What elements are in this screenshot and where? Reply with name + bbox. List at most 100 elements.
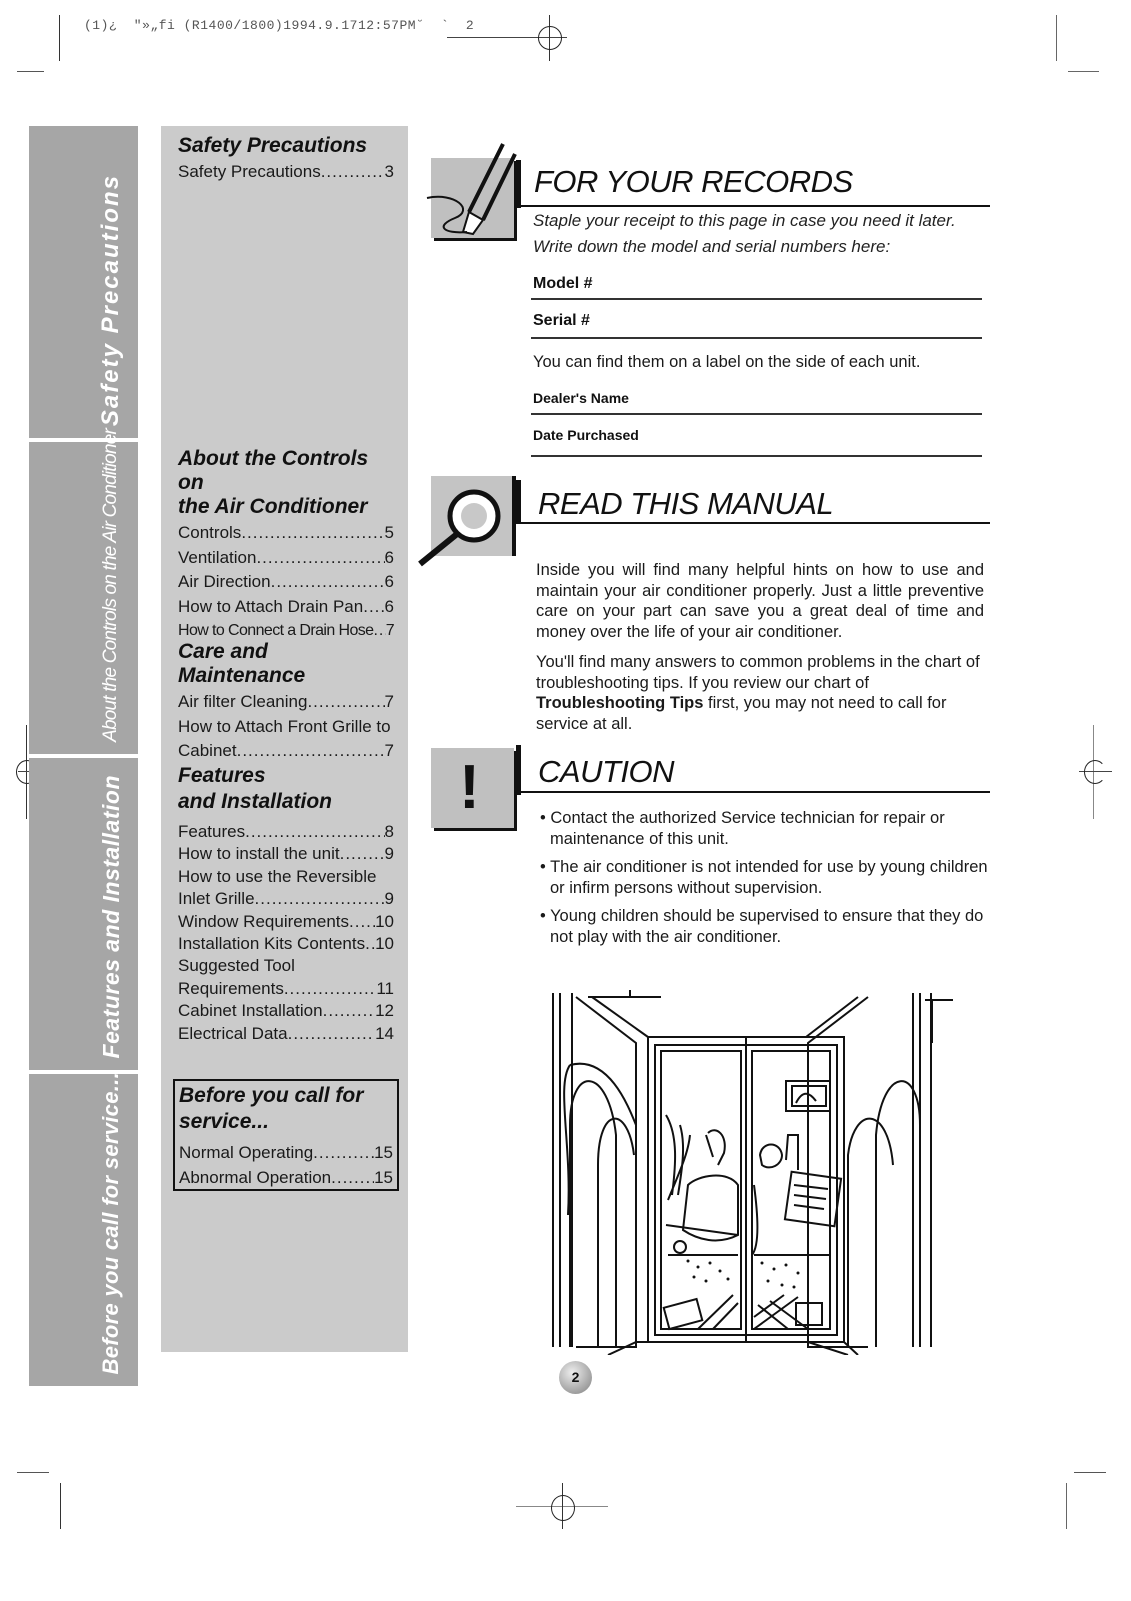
toc-entry-title: How to install the unit (178, 844, 340, 864)
side-tab-service[interactable]: Before you call for service... (29, 1071, 138, 1386)
crop-mark (1056, 15, 1057, 61)
section-bar (516, 160, 521, 208)
model-number-field[interactable] (531, 298, 982, 300)
toc-entry-page: 11 (376, 978, 394, 998)
toc-entry[interactable]: Safety Precautions 3 (178, 160, 394, 185)
toc-entry[interactable]: Features 8 (178, 821, 394, 843)
toc-section-controls: About the Controls on the Air Conditioner… (178, 447, 395, 644)
serial-number-label: Serial # (533, 312, 590, 329)
manual-title: READ THIS MANUAL (538, 486, 834, 521)
side-tab-label: Before you call for service... (98, 1071, 123, 1374)
window-family-illustration (552, 990, 953, 1355)
page-number-badge: 2 (559, 1361, 592, 1394)
toc-entry-title: Requirements (178, 978, 284, 998)
toc-entry-title: How to Attach Front Grille to (178, 716, 391, 736)
toc-entry[interactable]: How to use the Reversible Inlet Grille 9 (178, 866, 394, 911)
toc-section-safety: Safety Precautions Safety Precautions 3 (178, 134, 394, 185)
toc-entry-title: Cabinet Installation (178, 1001, 323, 1021)
section-rule (516, 205, 990, 207)
records-note: Staple your receipt to this page in case… (533, 211, 956, 256)
toc-entry[interactable]: Electrical Data 14 (178, 1023, 394, 1045)
crop-mark (60, 1483, 61, 1529)
toc-entry-title: Normal Operating (179, 1143, 314, 1162)
crop-mark (17, 71, 44, 72)
toc-entry-title: Safety Precautions (178, 162, 321, 181)
toc-entry-page: 5 (384, 523, 394, 542)
toc-entry-page: 12 (375, 1001, 394, 1021)
caution-bullet: • Contact the authorized Service technic… (540, 809, 945, 848)
crop-mark (1066, 1483, 1067, 1529)
toc-entry[interactable]: Installation Kits Contents 10 (178, 933, 394, 955)
toc-entry-page: 3 (384, 162, 394, 181)
toc-entry-page: 8 (384, 822, 394, 841)
toc-entry-page: 9 (384, 889, 394, 909)
label-hint: You can find them on a label on the side… (533, 353, 921, 371)
toc-entry-title: How to Attach Drain Pan (178, 596, 364, 616)
toc-entry-title: Inlet Grille (178, 889, 255, 909)
caution-bullet: • The air conditioner is not intended fo… (540, 858, 988, 897)
manual-paragraph-1: Inside you will find many helpful hints … (536, 561, 984, 641)
toc-entry-title: Abnormal Operation (179, 1167, 332, 1187)
caution-icon-box: ! (431, 748, 514, 828)
toc-entry[interactable]: Ventilation 6 (178, 546, 394, 571)
toc-entry-page: 6 (384, 572, 394, 591)
toc-entry[interactable]: Abnormal Operation 15 (179, 1166, 393, 1191)
toc-entry[interactable]: Suggested Tool Requirements 11 (178, 955, 394, 1000)
magnifying-glass-icon (418, 489, 501, 567)
section-bar (516, 745, 521, 795)
toc-entry-page: 6 (384, 596, 394, 616)
toc-entry-title: How to use the Reversible (178, 866, 377, 886)
side-tab-features[interactable]: Features and Installation (29, 758, 138, 1070)
toc-entry-title: Air filter Cleaning (178, 692, 308, 711)
side-tab-label: Safety Precautions (97, 173, 124, 426)
toc-entry-title: Air Direction (178, 572, 271, 591)
crop-mark (1074, 1472, 1106, 1473)
toc-entry[interactable]: Cabinet Installation 12 (178, 1000, 394, 1022)
crop-mark (1068, 71, 1099, 72)
dealer-name-field[interactable] (531, 413, 982, 415)
section-bar (516, 480, 521, 524)
toc-entry-title: Features (178, 822, 246, 841)
records-title: FOR YOUR RECORDS (534, 164, 853, 199)
table-of-contents: Safety Precautions Safety Precautions 3 A… (161, 126, 408, 1352)
toc-section-care: Care and Maintenance Air filter Cleaning… (178, 640, 394, 764)
exclamation-icon: ! (459, 753, 480, 822)
model-number-label: Model # (533, 275, 593, 292)
toc-entry[interactable]: Window Requirements 10 (178, 911, 394, 933)
registration-mark-bottom (516, 1483, 608, 1531)
toc-entry-page: 9 (384, 844, 394, 864)
toc-heading: Safety Precautions (178, 134, 368, 157)
toc-entry[interactable]: Air filter Cleaning 7 (178, 690, 394, 715)
toc-entry[interactable]: Air Direction 6 (178, 570, 394, 595)
toc-entry-title: Window Requirements (178, 911, 350, 931)
toc-entry-page: 15 (374, 1143, 393, 1162)
toc-entry[interactable]: How to install the unit 9 (178, 843, 394, 865)
toc-entry[interactable]: Normal Operating 15 (179, 1141, 393, 1166)
printer-slug: (1)¿ "»„fi (R1400/1800)1994.9.1712:57PM˘… (84, 18, 475, 33)
toc-section-features: Featuresand Installation Features 8 How t… (178, 763, 394, 1045)
toc-entry-page: 10 (375, 934, 394, 954)
date-purchased-field[interactable] (531, 455, 982, 457)
caution-title: CAUTION (538, 754, 675, 789)
toc-heading: About the Controls on the Air Conditioner (178, 447, 369, 518)
fountain-pen-icon (426, 143, 517, 236)
toc-entry[interactable]: How to Attach Front Grille to Cabinet 7 (178, 715, 394, 764)
crop-mark (59, 15, 60, 61)
toc-entry-title: Controls (178, 523, 242, 542)
toc-entry-page: 6 (384, 547, 394, 567)
serial-number-field[interactable] (531, 337, 982, 339)
side-tab-controls[interactable]: About the Controls on the Air Conditione… (29, 429, 138, 754)
toc-entry-title: Installation Kits Contents (178, 934, 366, 954)
toc-entry-title: Cabinet (178, 741, 237, 760)
registration-mark-top (447, 15, 567, 63)
toc-entry-page: 10 (375, 911, 394, 931)
toc-entry-page: 15 (374, 1167, 393, 1187)
toc-entry-page: 14 (375, 1023, 394, 1043)
toc-entry-title: Suggested Tool (178, 956, 295, 976)
section-rule (516, 522, 990, 524)
toc-heading: Care and Maintenance (178, 640, 306, 687)
side-tab-safety[interactable]: Safety Precautions (29, 126, 138, 438)
toc-entry[interactable]: How to Attach Drain Pan 6 (178, 595, 394, 620)
toc-entry[interactable]: Controls 5 (178, 521, 394, 546)
toc-entry-title: Electrical Data (178, 1023, 288, 1043)
